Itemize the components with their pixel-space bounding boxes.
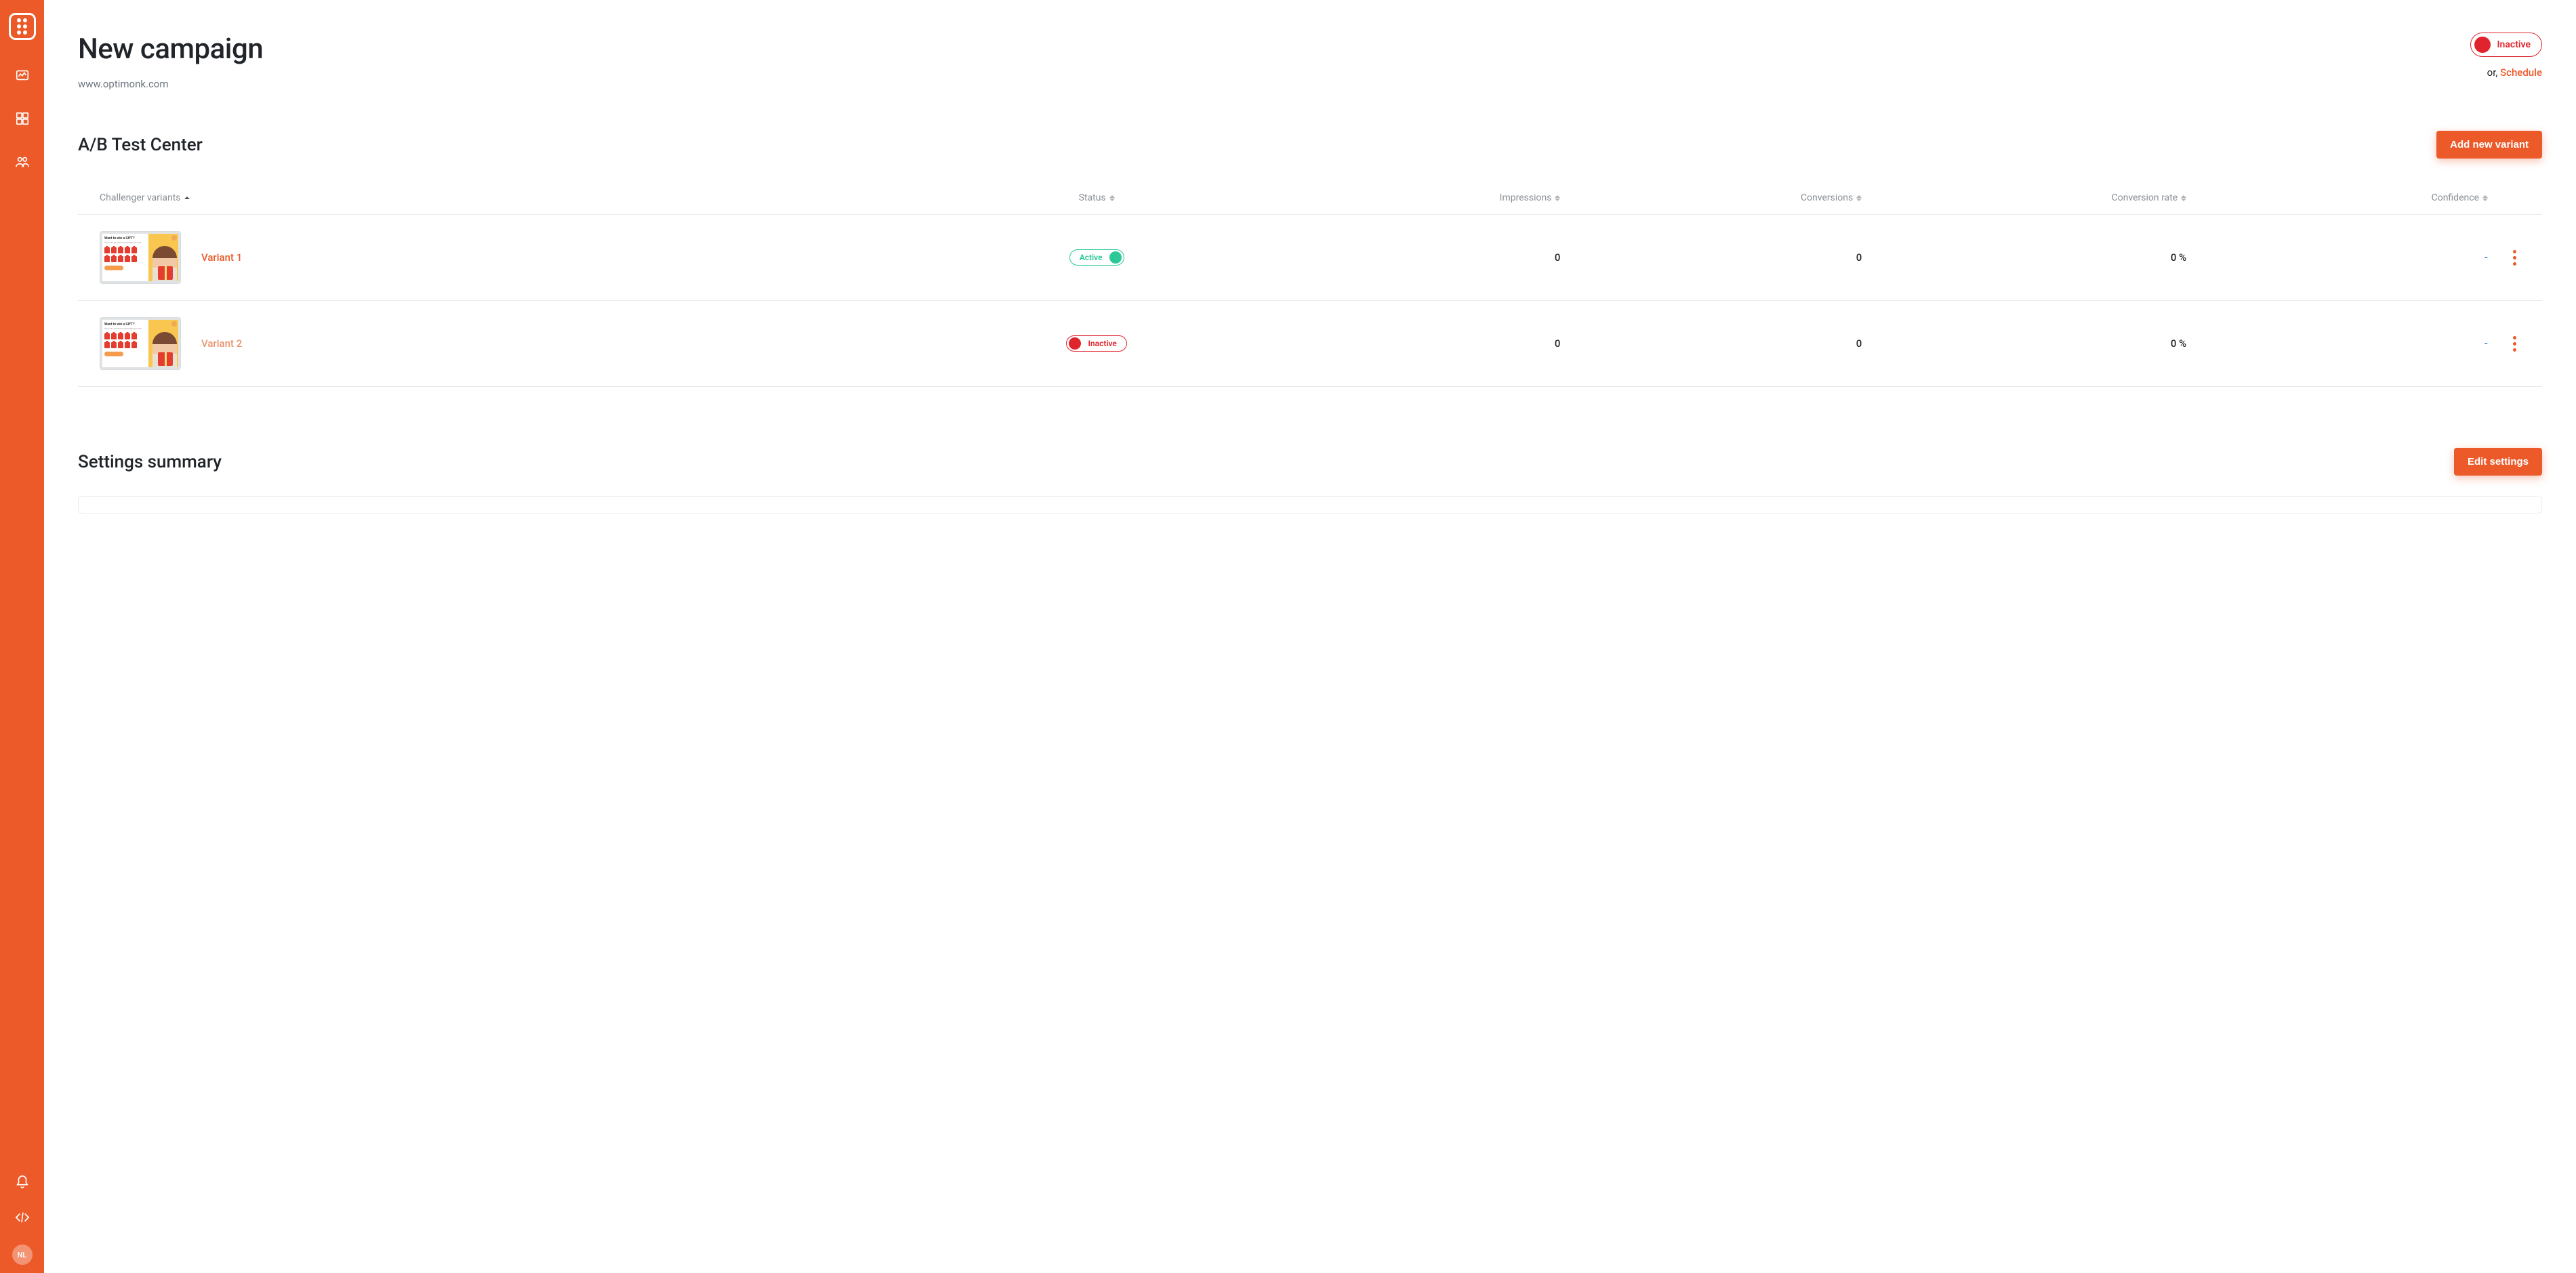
conversion-rate-value: 0 %: [1862, 337, 2186, 350]
add-new-variant-button[interactable]: Add new variant: [2436, 131, 2542, 159]
confidence-value: -: [2186, 251, 2488, 264]
variants-table: Challenger variants Status Impressions C…: [78, 192, 2542, 387]
edit-settings-button[interactable]: Edit settings: [2454, 448, 2542, 476]
notifications-icon[interactable]: [14, 1174, 30, 1190]
variant-thumbnail[interactable]: Want to win a GIFT? If you can spot the …: [100, 317, 181, 370]
variant-cell: Want to win a GIFT? If you can spot the …: [100, 231, 935, 284]
users-icon[interactable]: [14, 154, 30, 170]
col-impressions[interactable]: Impressions: [1259, 192, 1561, 203]
variant-thumbnail[interactable]: Want to win a GIFT? If you can spot the …: [100, 231, 181, 284]
settings-section-title: Settings summary: [78, 452, 222, 472]
toggle-knob: [1069, 337, 1081, 350]
table-row: Want to win a GIFT? If you can spot the …: [78, 215, 2542, 301]
col-conversion-rate[interactable]: Conversion rate: [1862, 192, 2186, 203]
sort-icon: [1109, 195, 1115, 201]
campaign-status-label: Inactive: [2497, 39, 2531, 50]
sort-icon: [2482, 195, 2488, 201]
variant-status-toggle[interactable]: Active: [1069, 249, 1124, 266]
row-actions-menu[interactable]: [2509, 246, 2520, 270]
avatar[interactable]: NL: [12, 1245, 33, 1265]
conversions-value: 0: [1560, 337, 1862, 350]
table-row: Want to win a GIFT? If you can spot the …: [78, 301, 2542, 387]
variant-name-link[interactable]: Variant 1: [201, 251, 242, 264]
code-icon[interactable]: [14, 1209, 30, 1226]
campaign-status-toggle[interactable]: Inactive: [2470, 33, 2542, 57]
campaign-domain: www.optimonk.com: [78, 78, 263, 90]
logo[interactable]: [0, 4, 44, 48]
col-status[interactable]: Status: [935, 192, 1259, 203]
impressions-value: 0: [1259, 251, 1561, 264]
col-challenger-variants[interactable]: Challenger variants: [100, 192, 935, 203]
templates-icon[interactable]: [14, 110, 30, 127]
col-conversions[interactable]: Conversions: [1560, 192, 1862, 203]
conversion-rate-value: 0 %: [1862, 251, 2186, 264]
main-content: New campaign www.optimonk.com Inactive o…: [44, 0, 2576, 1273]
confidence-value: -: [2186, 337, 2488, 350]
page-title: New campaign: [78, 33, 263, 66]
toggle-knob: [2474, 37, 2491, 53]
variant-cell: Want to win a GIFT? If you can spot the …: [100, 317, 935, 370]
toggle-knob: [1109, 251, 1122, 264]
row-actions-menu[interactable]: [2509, 332, 2520, 356]
sort-asc-icon: [184, 196, 190, 199]
sort-icon: [1856, 195, 1862, 201]
status-cell: Inactive: [935, 335, 1259, 352]
settings-panel: [78, 496, 2542, 514]
col-confidence[interactable]: Confidence: [2186, 192, 2488, 203]
status-cell: Active: [935, 249, 1259, 266]
dashboard-icon[interactable]: [14, 67, 30, 83]
conversions-value: 0: [1560, 251, 1862, 264]
schedule-line: or, Schedule: [2487, 66, 2542, 79]
table-header: Challenger variants Status Impressions C…: [78, 192, 2542, 215]
ab-test-section-title: A/B Test Center: [78, 135, 203, 155]
variant-status-toggle[interactable]: Inactive: [1066, 335, 1126, 352]
variant-name-link[interactable]: Variant 2: [201, 337, 242, 350]
sort-icon: [1555, 195, 1560, 201]
impressions-value: 0: [1259, 337, 1561, 350]
sort-icon: [2181, 195, 2186, 201]
left-sidebar: NL: [0, 0, 44, 1273]
schedule-link[interactable]: Schedule: [2500, 66, 2542, 79]
